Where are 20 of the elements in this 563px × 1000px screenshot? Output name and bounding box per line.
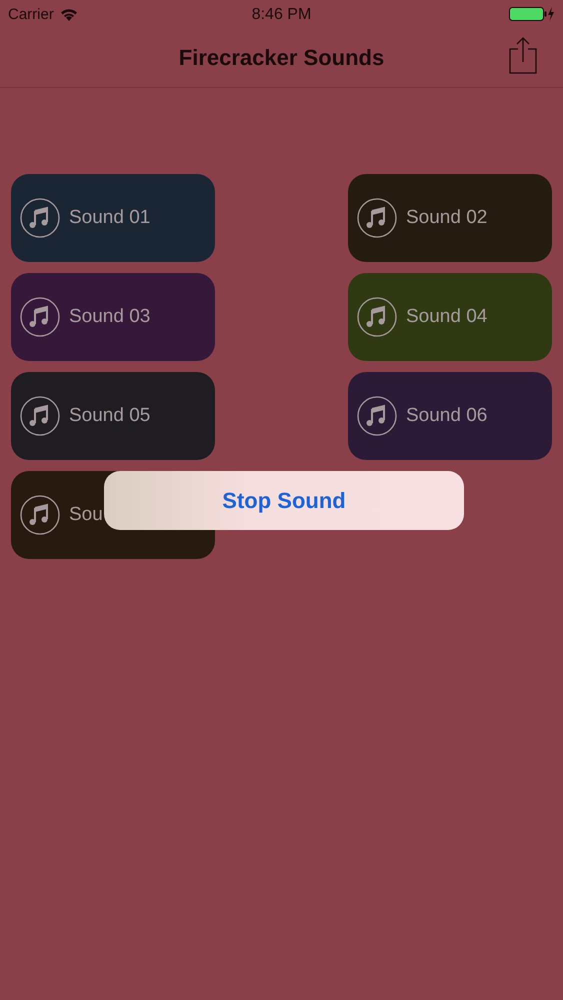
sound-button[interactable]: Sound 03 [11,273,215,361]
music-note-icon [357,198,397,238]
sound-button[interactable]: Sound 04 [348,273,552,361]
music-note-icon [20,495,60,535]
carrier-label: Carrier [8,6,54,22]
music-note-icon [20,297,60,337]
status-time: 8:46 PM [252,6,312,24]
battery-charging-icon [509,6,555,22]
sound-button[interactable]: Sound 06 [348,372,552,460]
sound-button[interactable]: Sound 02 [348,174,552,262]
music-note-icon [20,198,60,238]
music-note-icon [357,297,397,337]
nav-title: Firecracker Sounds [178,44,384,70]
sound-button[interactable]: Sound 05 [11,372,215,460]
share-icon[interactable] [509,36,537,74]
music-note-icon [20,396,60,436]
wifi-icon [60,8,78,20]
sound-button[interactable]: Sound 01 [11,174,215,262]
stop-sound-toast[interactable]: Stop Sound [104,471,464,530]
music-note-icon [357,396,397,436]
